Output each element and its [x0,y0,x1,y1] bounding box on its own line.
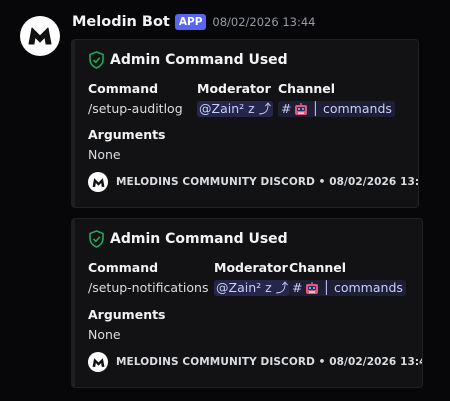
embed-title-text: Admin Command Used [110,231,288,247]
field-command-name: Command [88,81,159,96]
shield-check-icon [89,51,104,69]
field-command-value: /setup-notifications [88,280,209,295]
message-header: Melodin Bot APP 08/02/2026 13:44 [72,14,316,30]
melodin-logo-icon [92,357,104,367]
footer-text: MELODINS COMMUNITY DISCORD • 08/02/2026 … [116,356,423,368]
field-command-value: /setup-auditlog [88,101,183,116]
channel-name: │ commands [322,280,403,295]
embed-card: Admin Command Used Command /setup-notifi… [71,218,423,388]
field-channel-name: Channel [289,260,347,275]
field-channel: Channel # │ commands [289,260,406,296]
field-arguments: Arguments None [88,127,166,163]
field-command: Command /setup-auditlog [88,81,183,117]
melodin-logo-icon [28,27,52,45]
field-arguments: Arguments None [88,307,166,343]
field-command: Command /setup-notifications [88,260,209,296]
field-arguments-value: None [88,327,121,342]
field-arguments-value: None [88,147,121,162]
shield-check-icon [89,230,104,248]
message-timestamp: 08/02/2026 13:44 [212,15,316,29]
melodin-logo-icon [92,177,104,187]
footer-text: MELODINS COMMUNITY DISCORD • 08/02/2026 … [116,176,419,188]
embed-title-text: Admin Command Used [110,52,288,68]
field-moderator: Moderator @Zain² z ⤴ [197,81,274,117]
field-moderator-name: Moderator [197,81,271,96]
username[interactable]: Melodin Bot [72,14,170,30]
embed-footer: MELODINS COMMUNITY DISCORD • 08/02/2026 … [88,172,419,192]
footer-avatar [88,172,108,192]
field-moderator-name: Moderator [214,260,288,275]
field-moderator: Moderator @Zain² z ⤴ [214,260,291,296]
hash-icon: # [292,280,303,295]
user-mention[interactable]: @Zain² z ⤴ [197,101,274,117]
field-command-name: Command [88,260,159,275]
robot-icon [306,281,319,294]
field-channel-name: Channel [278,81,336,96]
embed-title: Admin Command Used [88,51,288,69]
field-channel: Channel # │ commands [278,81,395,117]
channel-mention[interactable]: # │ commands [278,101,395,117]
bot-avatar[interactable] [20,16,60,56]
field-arguments-name: Arguments [88,307,166,322]
embed-title: Admin Command Used [88,230,288,248]
hash-icon: # [281,101,292,116]
robot-icon [295,102,308,115]
embed-card: Admin Command Used Command /setup-auditl… [71,39,419,208]
embed-footer: MELODINS COMMUNITY DISCORD • 08/02/2026 … [88,352,423,372]
field-arguments-name: Arguments [88,127,166,142]
user-mention[interactable]: @Zain² z ⤴ [214,280,291,296]
channel-mention[interactable]: # │ commands [289,280,406,296]
app-badge: APP [174,14,207,30]
footer-avatar [88,352,108,372]
channel-name: │ commands [311,101,392,116]
